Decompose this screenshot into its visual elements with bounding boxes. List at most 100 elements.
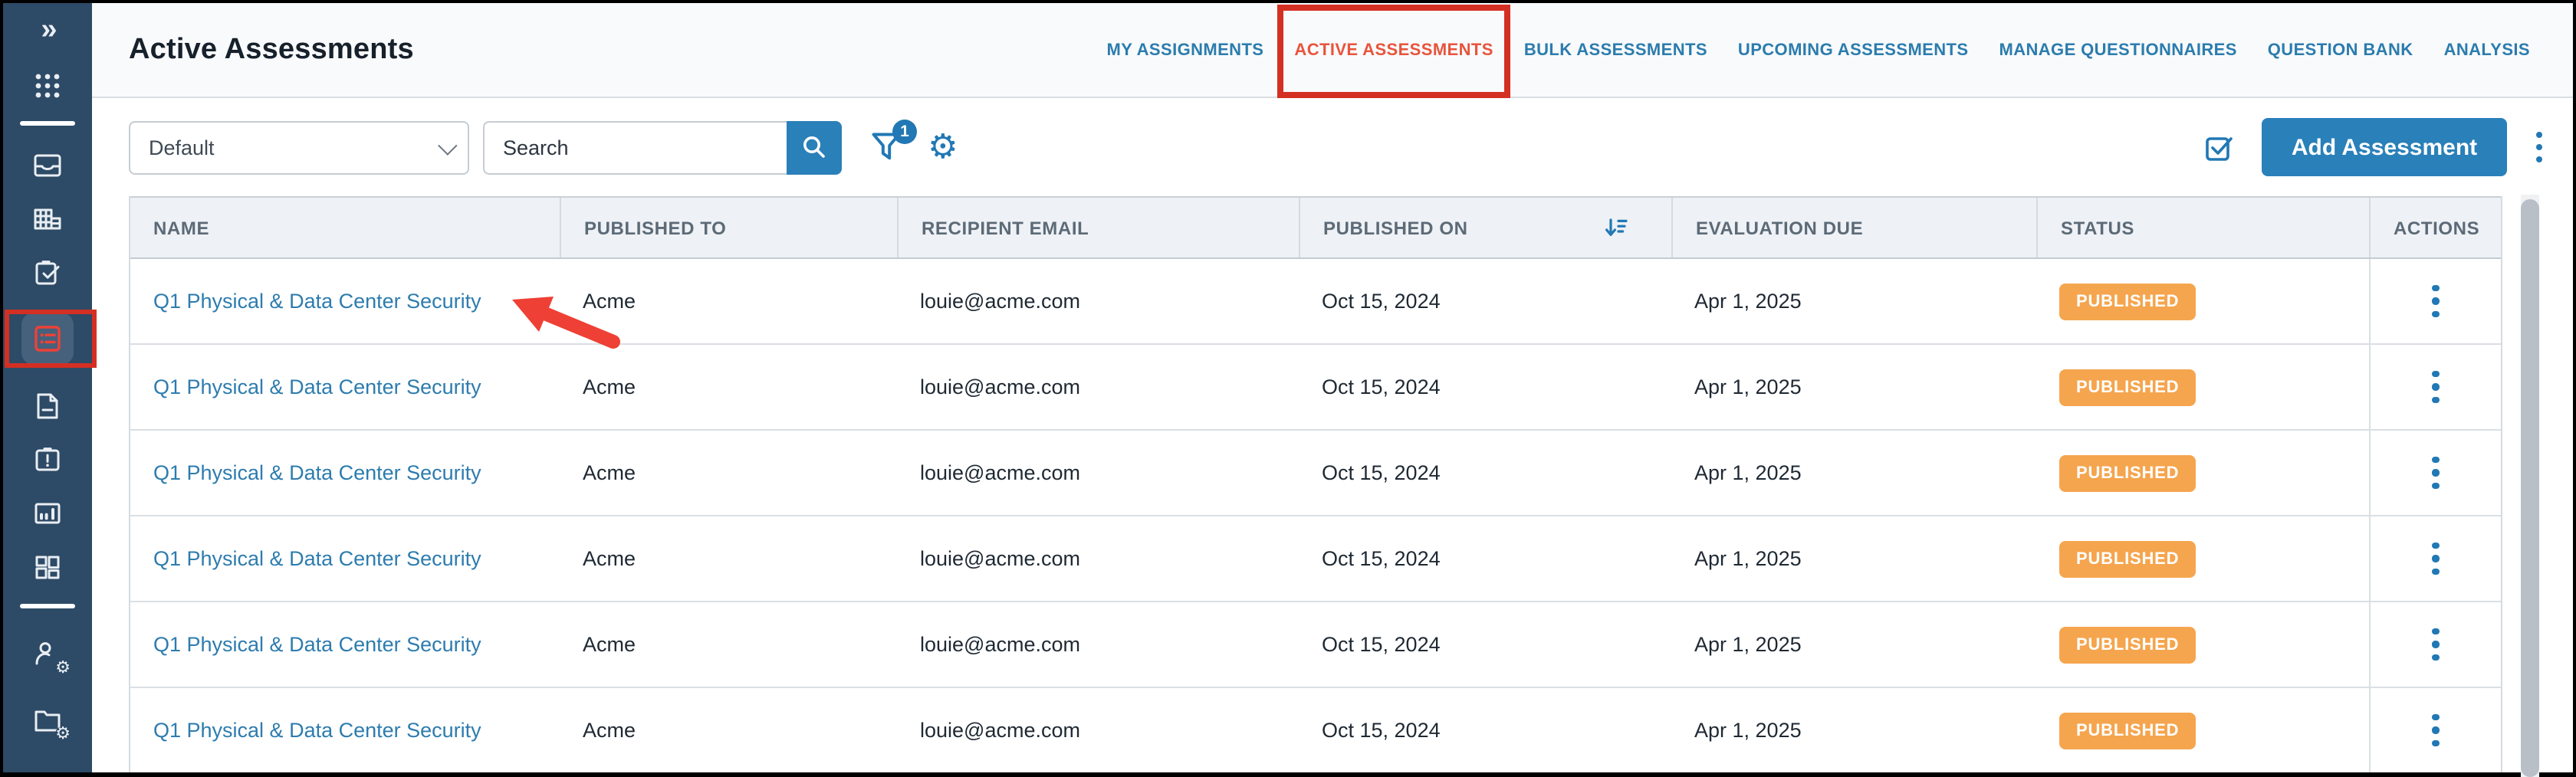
app-window: » [3, 3, 2573, 772]
page-title: Active Assessments [129, 33, 414, 67]
recipient-email-cell: louie@acme.com [897, 688, 1299, 772]
monitor-settings-icon [32, 771, 63, 772]
evaluation-due-cell: Apr 1, 2025 [1671, 516, 2036, 601]
table-body: Q1 Physical & Data Center Security Acme … [130, 259, 2501, 772]
toolbar-kebab-menu-icon[interactable] [2527, 126, 2551, 169]
published-to-cell: Acme [560, 688, 897, 772]
sidebar-item-monitor-settings[interactable]: ⚙ [3, 771, 92, 772]
search-button[interactable] [787, 120, 842, 174]
status-badge: PUBLISHED [2059, 283, 2196, 320]
tab-analysis[interactable]: ANALYSIS [2444, 41, 2530, 59]
assessment-name-link[interactable]: Q1 Physical & Data Center Security [153, 547, 481, 570]
column-header-evaluation-due[interactable]: EVALUATION DUE [1671, 198, 2036, 257]
table-row[interactable]: Q1 Physical & Data Center Security Acme … [130, 688, 2501, 772]
evaluation-due-cell: Apr 1, 2025 [1671, 259, 2036, 343]
title-bar: Active Assessments MY ASSIGNMENTS ACTIVE… [92, 3, 2573, 98]
table-row[interactable]: Q1 Physical & Data Center Security Acme … [130, 516, 2501, 602]
column-header-name[interactable]: NAME [130, 198, 560, 257]
toolbar: Default 1 [92, 98, 2573, 196]
sidebar-item-active-assessments[interactable] [3, 313, 92, 365]
published-on-cell: Oct 15, 2024 [1299, 688, 1671, 772]
settings-gear-icon[interactable]: ⚙ [928, 130, 958, 164]
table-row[interactable]: Q1 Physical & Data Center Security Acme … [130, 259, 2501, 345]
preset-dropdown-value: Default [149, 136, 439, 159]
toolbar-right: Add Assessment [2205, 118, 2573, 176]
recipient-email-cell: louie@acme.com [897, 259, 1299, 343]
sidebar-item-apps[interactable] [3, 72, 92, 100]
main-area: Active Assessments MY ASSIGNMENTS ACTIVE… [92, 3, 2573, 772]
column-header-published-on[interactable]: PUBLISHED ON [1299, 198, 1671, 257]
sort-descending-icon[interactable] [1604, 215, 1628, 240]
filter-count-badge: 1 [892, 120, 917, 144]
search-input[interactable] [483, 120, 787, 174]
status-badge: PUBLISHED [2059, 626, 2196, 663]
document-icon [32, 391, 63, 421]
add-assessment-button[interactable]: Add Assessment [2262, 118, 2507, 176]
preset-dropdown[interactable]: Default [129, 120, 469, 174]
assessment-name-link[interactable]: Q1 Physical & Data Center Security [153, 633, 481, 656]
published-to-cell: Acme [560, 259, 897, 343]
row-actions-kebab-icon[interactable] [2426, 365, 2446, 410]
row-actions-kebab-icon[interactable] [2426, 279, 2446, 324]
dashboard-icon [32, 552, 63, 582]
assessments-table: NAME PUBLISHED TO RECIPIENT EMAIL PUBLIS… [129, 196, 2502, 772]
column-header-published-to[interactable]: PUBLISHED TO [560, 198, 897, 257]
tab-question-bank[interactable]: QUESTION BANK [2268, 41, 2413, 59]
status-badge: PUBLISHED [2059, 712, 2196, 749]
sidebar-item-user-settings[interactable]: ⚙ [3, 639, 92, 670]
table-row[interactable]: Q1 Physical & Data Center Security Acme … [130, 345, 2501, 431]
evaluation-due-cell: Apr 1, 2025 [1671, 688, 2036, 772]
tab-upcoming-assessments[interactable]: UPCOMING ASSESSMENTS [1738, 41, 1969, 59]
vertical-scrollbar[interactable] [2521, 195, 2539, 777]
sidebar-item-documents[interactable] [3, 391, 92, 421]
assessments-list-icon [32, 323, 63, 354]
row-actions-kebab-icon[interactable] [2426, 451, 2446, 496]
sidebar-divider [20, 121, 75, 126]
filter-button[interactable]: 1 [869, 130, 903, 164]
tab-bulk-assessments[interactable]: BULK ASSESSMENTS [1524, 41, 1707, 59]
row-actions-kebab-icon[interactable] [2426, 536, 2446, 582]
published-to-cell: Acme [560, 516, 897, 601]
assessment-name-link[interactable]: Q1 Physical & Data Center Security [153, 461, 481, 484]
sidebar-expand-button[interactable]: » [3, 17, 92, 44]
row-actions-kebab-icon[interactable] [2426, 622, 2446, 667]
published-to-cell: Acme [560, 431, 897, 515]
published-on-cell: Oct 15, 2024 [1299, 516, 1671, 601]
tab-bar: MY ASSIGNMENTS ACTIVE ASSESSMENTS BULK A… [1107, 41, 2530, 59]
sidebar: » [3, 3, 92, 772]
tab-my-assignments[interactable]: MY ASSIGNMENTS [1107, 41, 1264, 59]
tab-label: ACTIVE ASSESSMENTS [1294, 41, 1493, 59]
sidebar-item-data-table[interactable] [3, 204, 92, 234]
checkbox-check-icon [2205, 133, 2234, 162]
tab-manage-questionnaires[interactable]: MANAGE QUESTIONNAIRES [1999, 41, 2236, 59]
sidebar-item-reports[interactable] [3, 498, 92, 529]
gear-icon: ⚙ [55, 726, 71, 742]
scrollbar-thumb[interactable] [2521, 199, 2539, 777]
multi-select-button[interactable] [2205, 133, 2234, 162]
table-row[interactable]: Q1 Physical & Data Center Security Acme … [130, 602, 2501, 688]
search-icon [800, 133, 828, 161]
assessment-name-link[interactable]: Q1 Physical & Data Center Security [153, 290, 481, 313]
sidebar-item-clipboard-check[interactable] [3, 257, 92, 288]
column-header-status[interactable]: STATUS [2036, 198, 2369, 257]
evaluation-due-cell: Apr 1, 2025 [1671, 345, 2036, 429]
tab-active-assessments[interactable]: ACTIVE ASSESSMENTS [1294, 41, 1493, 59]
table-header-row: NAME PUBLISHED TO RECIPIENT EMAIL PUBLIS… [130, 196, 2501, 259]
recipient-email-cell: louie@acme.com [897, 602, 1299, 687]
published-on-cell: Oct 15, 2024 [1299, 431, 1671, 515]
sidebar-item-inbox[interactable] [3, 150, 92, 181]
recipient-email-cell: louie@acme.com [897, 345, 1299, 429]
published-on-cell: Oct 15, 2024 [1299, 345, 1671, 429]
table-row[interactable]: Q1 Physical & Data Center Security Acme … [130, 431, 2501, 516]
row-actions-kebab-icon[interactable] [2426, 708, 2446, 753]
assessment-name-link[interactable]: Q1 Physical & Data Center Security [153, 375, 481, 398]
assessment-name-link[interactable]: Q1 Physical & Data Center Security [153, 719, 481, 742]
recipient-email-cell: louie@acme.com [897, 431, 1299, 515]
clipboard-alert-icon [32, 444, 63, 475]
chart-box-icon [32, 498, 63, 529]
column-header-recipient-email[interactable]: RECIPIENT EMAIL [897, 198, 1299, 257]
sidebar-item-dashboard[interactable] [3, 552, 92, 582]
status-badge: PUBLISHED [2059, 540, 2196, 577]
sidebar-item-clipboard-alert[interactable] [3, 444, 92, 475]
sidebar-item-folder-settings[interactable]: ⚙ [3, 705, 92, 736]
